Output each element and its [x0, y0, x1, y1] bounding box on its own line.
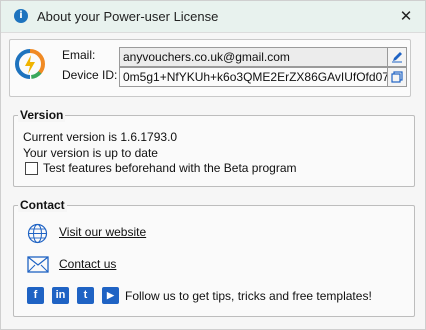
- version-status-text: Your version is up to date: [23, 146, 158, 160]
- title-bar: i About your Power-user License ✕: [1, 1, 425, 33]
- edit-email-button[interactable]: [387, 47, 407, 67]
- app-logo-icon: [15, 49, 45, 79]
- beta-checkbox-label[interactable]: Test features beforehand with the Beta p…: [43, 161, 296, 175]
- youtube-icon[interactable]: ▶: [102, 287, 119, 304]
- contact-legend: Contact: [18, 198, 67, 212]
- beta-checkbox[interactable]: [25, 162, 38, 175]
- current-version-text: Current version is 1.6.1793.0: [23, 130, 178, 144]
- contact-us-link[interactable]: Contact us: [59, 257, 116, 271]
- info-icon: i: [14, 9, 28, 23]
- facebook-icon[interactable]: f: [27, 287, 44, 304]
- close-button[interactable]: ✕: [395, 5, 417, 27]
- linkedin-icon[interactable]: in: [52, 287, 69, 304]
- copy-device-id-button[interactable]: [387, 67, 407, 87]
- envelope-icon: [27, 256, 49, 273]
- device-id-label: Device ID:: [62, 68, 118, 82]
- license-dialog: i About your Power-user License ✕ Vouche…: [0, 0, 426, 330]
- window-title: About your Power-user License: [37, 9, 219, 24]
- version-legend: Version: [18, 108, 66, 122]
- globe-icon: [27, 223, 48, 244]
- pencil-icon: [392, 52, 402, 63]
- follow-us-text: Follow us to get tips, tricks and free t…: [125, 289, 372, 303]
- copy-icon: [391, 71, 403, 83]
- twitter-icon[interactable]: t: [77, 287, 94, 304]
- email-field[interactable]: anyvouchers.co.uk@gmail.com: [119, 47, 388, 67]
- email-label: Email:: [62, 48, 96, 62]
- visit-website-link[interactable]: Visit our website: [59, 225, 146, 239]
- device-id-field[interactable]: 0m5g1+NfYKUh+k6o3QME2ErZX86GAvIUfOfd075: [119, 67, 388, 87]
